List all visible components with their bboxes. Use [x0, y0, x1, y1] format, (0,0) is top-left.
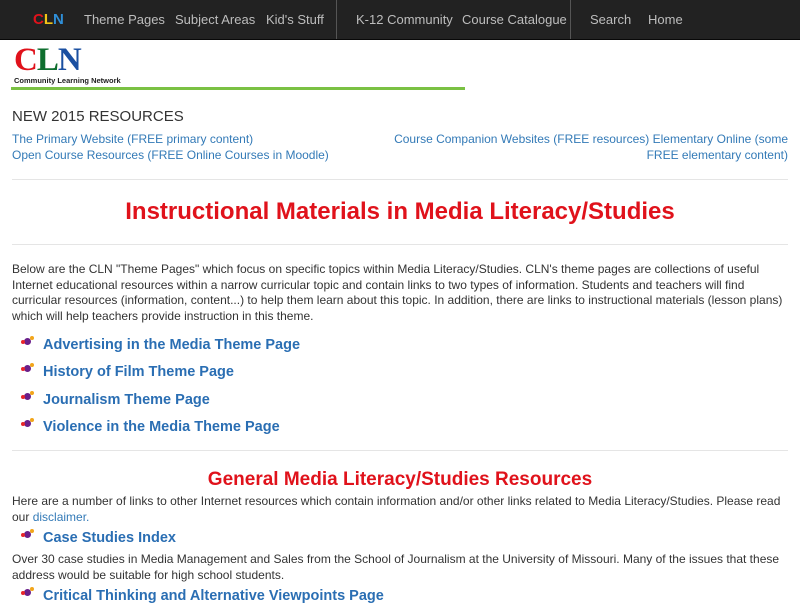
theme-link-violence-in-media[interactable]: Violence in the Media Theme Page — [43, 419, 280, 435]
general-resources-heading: General Media Literacy/Studies Resources — [207, 469, 593, 490]
logo-letters: CLN — [14, 42, 121, 78]
bullet-icon — [20, 586, 34, 600]
new-resources-heading: NEW 2015 RESOURCES — [12, 108, 184, 125]
bullet-icon — [20, 335, 34, 349]
list-item[interactable]: Journalism Theme Page — [20, 386, 300, 414]
top-navbar: CLN Theme Pages Subject Areas Kid's Stuf… — [0, 0, 800, 40]
theme-link-journalism[interactable]: Journalism Theme Page — [43, 392, 210, 408]
brand-letter-l: L — [43, 11, 54, 28]
nav-k12-community[interactable]: K-12 Community — [356, 12, 453, 27]
list-item[interactable]: Advertising in the Media Theme Page — [20, 331, 300, 359]
intro-paragraph: Below are the CLN "Theme Pages" which fo… — [12, 262, 783, 323]
elementary-online-link[interactable]: FREE elementary content) — [647, 148, 788, 162]
general-intro-text: Here are a number of links to other Inte… — [12, 494, 781, 524]
nav-search[interactable]: Search — [590, 12, 631, 27]
critical-thinking-link[interactable]: Critical Thinking and Alternative Viewpo… — [43, 588, 384, 604]
list-item[interactable]: Case Studies Index — [20, 528, 176, 546]
logo-letter-n: N — [57, 42, 82, 78]
course-companion-link[interactable]: Course Companion Websites (FREE resource… — [394, 132, 788, 146]
list-item[interactable]: Critical Thinking and Alternative Viewpo… — [20, 586, 384, 604]
case-studies-description: Over 30 case studies in Media Management… — [12, 552, 780, 582]
nav-subject-areas[interactable]: Subject Areas — [175, 12, 255, 27]
nav-divider — [336, 0, 337, 39]
list-item[interactable]: History of Film Theme Page — [20, 359, 300, 387]
primary-website-link[interactable]: The Primary Website (FREE primary conten… — [12, 132, 253, 146]
nav-home[interactable]: Home — [648, 12, 683, 27]
logo-letter-l: L — [36, 42, 59, 78]
header-green-rule — [11, 87, 465, 90]
logo-letter-c: C — [14, 42, 38, 78]
cln-logo[interactable]: CLN Community Learning Network — [14, 42, 121, 86]
bullet-icon — [20, 362, 34, 376]
brand-letter-n: N — [53, 11, 64, 28]
list-item[interactable]: Violence in the Media Theme Page — [20, 414, 300, 442]
nav-divider — [570, 0, 571, 39]
case-studies-link[interactable]: Case Studies Index — [43, 530, 176, 546]
disclaimer-link[interactable]: disclaimer. — [33, 510, 90, 524]
page-title: Instructional Materials in Media Literac… — [125, 198, 675, 225]
theme-link-history-of-film[interactable]: History of Film Theme Page — [43, 364, 234, 380]
divider — [12, 450, 788, 451]
brand-logo-link[interactable]: CLN — [33, 11, 64, 28]
nav-kids-stuff[interactable]: Kid's Stuff — [266, 12, 324, 27]
logo-tagline: Community Learning Network — [14, 76, 121, 85]
theme-page-list: Advertising in the Media Theme Page Hist… — [20, 331, 300, 441]
theme-link-advertising[interactable]: Advertising in the Media Theme Page — [43, 337, 300, 353]
open-course-resources-link[interactable]: Open Course Resources (FREE Online Cours… — [12, 148, 329, 162]
divider — [12, 244, 788, 245]
bullet-icon — [20, 417, 34, 431]
bullet-icon — [20, 390, 34, 404]
divider — [12, 179, 788, 180]
brand-letter-c: C — [33, 11, 44, 28]
nav-course-catalogue[interactable]: Course Catalogue — [462, 12, 567, 27]
general-intro: Here are a number of links to other Inte… — [12, 493, 788, 525]
bullet-icon — [20, 528, 34, 542]
nav-theme-pages[interactable]: Theme Pages — [84, 12, 165, 27]
